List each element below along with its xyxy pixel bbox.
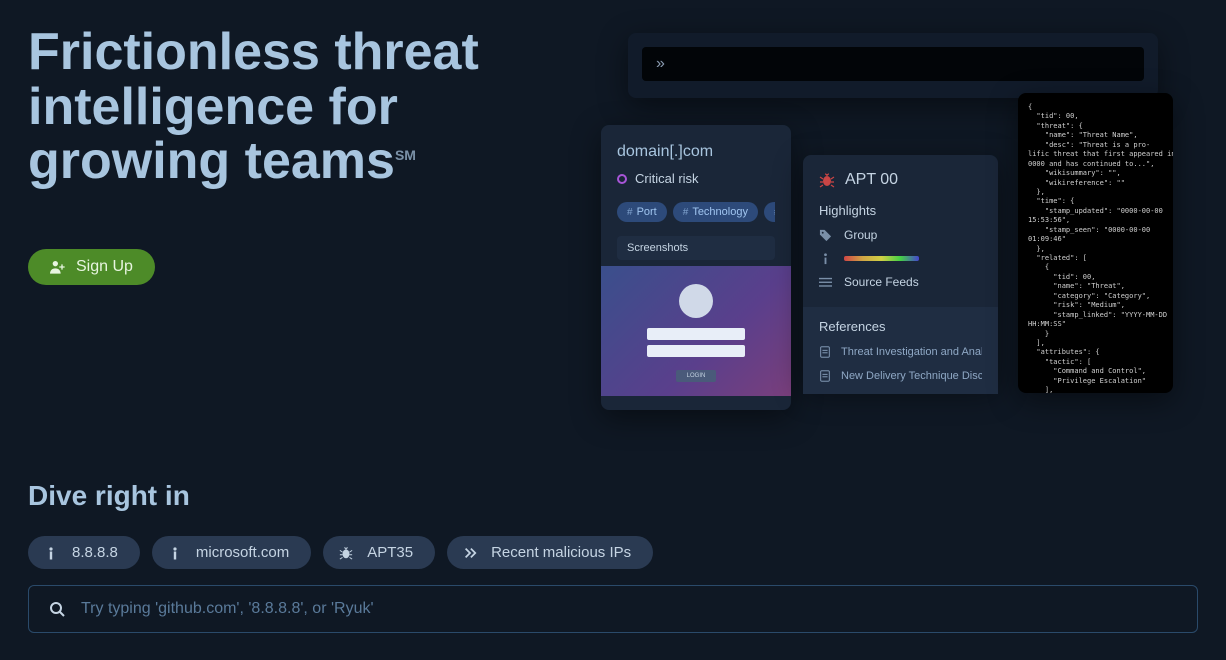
document-icon — [819, 346, 831, 358]
hl-source-feeds: Source Feeds — [844, 275, 919, 289]
chip-ip[interactable]: 8.8.8.8 — [28, 536, 140, 569]
signup-button[interactable]: Sign Up — [28, 249, 155, 285]
highlights-label: Highlights — [819, 203, 982, 218]
chip-label: Recent malicious IPs — [491, 544, 631, 561]
login-button-mock: LOGIN — [676, 370, 716, 382]
login-password-mock — [647, 345, 745, 357]
references-label: References — [819, 319, 982, 334]
user-plus-icon — [50, 260, 66, 274]
bug-icon — [339, 546, 353, 560]
mockup-searchbar-card: » — [628, 33, 1158, 98]
mockup-searchbar: » — [642, 47, 1144, 81]
tag-technology: #Technology — [673, 202, 758, 222]
screenshots-label: Screenshots — [617, 236, 775, 260]
apt-title: APT 00 — [845, 171, 898, 189]
login-username-mock — [647, 328, 745, 340]
chevrons-right-icon — [463, 546, 477, 560]
search-icon — [49, 601, 65, 617]
tag-port: #Port — [617, 202, 667, 222]
chip-domain[interactable]: microsoft.com — [152, 536, 311, 569]
ref-2: New Delivery Technique Discovered — [841, 370, 982, 382]
hero-mockup: » domain[.]com Critical risk #Port #Tech… — [588, 25, 1198, 425]
chip-label: APT35 — [367, 544, 413, 561]
chip-apt[interactable]: APT35 — [323, 536, 435, 569]
search-container[interactable] — [28, 585, 1198, 633]
mockup-domain-card: domain[.]com Critical risk #Port #Techno… — [601, 125, 791, 410]
document-icon — [819, 370, 831, 382]
chip-label: 8.8.8.8 — [72, 544, 118, 561]
hl-group: Group — [844, 228, 877, 242]
chip-label: microsoft.com — [196, 544, 289, 561]
sm-mark: SM — [395, 147, 416, 163]
risk-indicator-icon — [617, 174, 627, 184]
bug-icon — [819, 172, 835, 188]
hero-title: Frictionless threat intelligence for gro… — [28, 25, 548, 189]
risk-gradient — [844, 256, 919, 261]
info-icon — [168, 546, 182, 560]
info-icon — [819, 252, 832, 265]
list-icon — [819, 276, 832, 289]
info-icon — [44, 546, 58, 560]
dive-title: Dive right in — [28, 480, 1198, 512]
screenshot-preview: LOGIN — [601, 266, 791, 396]
chevrons-right-icon: » — [656, 55, 665, 73]
search-input[interactable] — [81, 600, 1177, 618]
tag-partial: #Pr — [764, 202, 775, 222]
mockup-json-card: { "tid": 00, "threat": { "name": "Threat… — [1018, 93, 1173, 393]
signup-label: Sign Up — [76, 258, 133, 276]
chip-recent-malicious[interactable]: Recent malicious IPs — [447, 536, 653, 569]
tag-icon — [819, 229, 832, 242]
domain-title: domain[.]com — [617, 143, 775, 161]
ref-1: Threat Investigation and Analysis by — [841, 346, 982, 358]
avatar-icon — [679, 284, 713, 318]
risk-label: Critical risk — [635, 171, 699, 186]
mockup-apt-card: APT 00 Highlights Group Source Feeds — [803, 155, 998, 385]
